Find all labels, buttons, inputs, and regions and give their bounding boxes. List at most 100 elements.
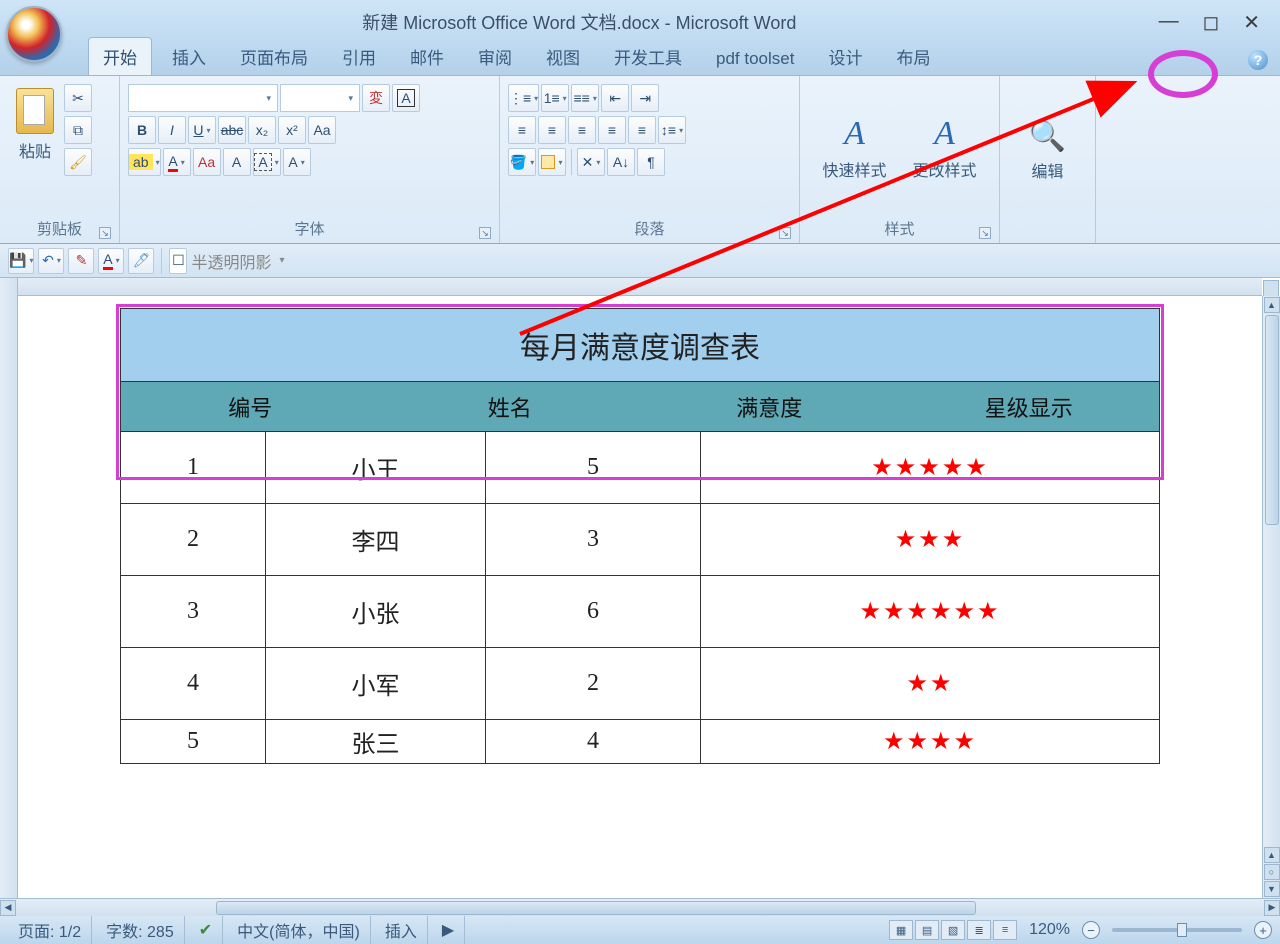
line-spacing-button[interactable]: ↕≡ [658,116,686,144]
phonetic-guide-button[interactable]: A [283,148,311,176]
clear-formatting-button[interactable]: 変 [362,84,390,112]
tab-references[interactable]: 引用 [328,38,390,75]
horizontal-ruler[interactable] [18,278,1262,296]
horizontal-scrollbar[interactable]: ◀ ▶ [0,898,1280,916]
tab-design[interactable]: 设计 [814,38,876,75]
tab-developer[interactable]: 开发工具 [600,38,696,75]
vscroll-thumb[interactable] [1265,315,1279,525]
copy-button[interactable]: ⧉ [64,116,92,144]
font-color-button[interactable]: A [163,148,191,176]
underline-button[interactable]: U [188,116,216,144]
font-color-qat-button[interactable]: A [98,248,124,274]
styles-dialog-launcher[interactable]: ↘ [979,227,991,239]
shrink-font-button[interactable]: A [223,148,251,176]
table-row[interactable]: 4小军2★★ [120,648,1160,720]
superscript-button[interactable]: x² [278,116,306,144]
multilevel-button[interactable]: ≡≡ [571,84,599,112]
editing-button[interactable]: 🔍 编辑 [1021,115,1074,186]
hscroll-thumb[interactable] [216,901,976,915]
subscript-button[interactable]: x₂ [248,116,276,144]
scroll-left-button[interactable]: ◀ [0,900,16,916]
grow-font-button[interactable]: Aa [193,148,221,176]
draft-view[interactable]: ≡ [993,920,1017,940]
zoom-out-button[interactable]: − [1082,921,1100,939]
italic-button[interactable]: I [158,116,186,144]
enclose-char-button[interactable]: A [392,84,420,112]
zoom-level[interactable]: 120% [1021,921,1078,939]
highlight-button[interactable]: ab [128,148,161,176]
zoom-in-button[interactable]: + [1254,921,1272,939]
hscroll-track[interactable] [16,900,1264,916]
change-styles-button[interactable]: A 更改样式 [905,111,985,185]
minimize-button[interactable]: — [1159,10,1179,35]
strikethrough-button[interactable]: abc [218,116,246,144]
page-indicator[interactable]: 页面: 1/2 [8,916,92,944]
zoom-knob[interactable] [1177,923,1187,937]
clipboard-dialog-launcher[interactable]: ↘ [99,227,111,239]
font-dialog-launcher[interactable]: ↘ [479,227,491,239]
cut-button[interactable]: ✂ [64,84,92,112]
word-count[interactable]: 字数: 285 [96,916,185,944]
macro-indicator[interactable]: ▶ [432,916,465,944]
browse-object-button[interactable]: ○ [1264,864,1280,880]
language-indicator[interactable]: 中文(简体，中国) [227,916,371,944]
print-layout-view[interactable]: ▦ [889,920,913,940]
maximize-button[interactable]: ◻ [1203,10,1220,35]
tab-insert[interactable]: 插入 [158,38,220,75]
tab-layout[interactable]: 布局 [882,38,944,75]
change-case-button[interactable]: Aa [308,116,336,144]
paragraph-dialog-launcher[interactable]: ↘ [779,227,791,239]
format-painter-button[interactable]: 🖌 [64,148,92,176]
brush-qat-button[interactable]: 🖊 [128,248,154,274]
table-row[interactable]: 5张三4★★★★ [120,720,1160,764]
spellcheck-indicator[interactable]: ✔ [189,916,223,944]
insert-mode[interactable]: 插入 [375,916,428,944]
checkbox-qat[interactable]: ☐ [169,248,187,274]
tab-mailings[interactable]: 邮件 [396,38,458,75]
scroll-up-button[interactable]: ▲ [1264,297,1280,313]
sort-button[interactable]: A↓ [607,148,635,176]
full-screen-view[interactable]: ▤ [915,920,939,940]
justify-button[interactable]: ≡ [598,116,626,144]
vertical-ruler[interactable] [0,278,18,898]
document-page[interactable]: 每月满意度调查表 编号 姓名 满意度 星级显示 1小王5★★★★★2李四3★★★… [60,298,1220,764]
tab-page-layout[interactable]: 页面布局 [226,38,322,75]
help-icon[interactable]: ? [1248,50,1268,70]
tab-view[interactable]: 视图 [532,38,594,75]
quick-styles-button[interactable]: A 快速样式 [814,111,894,185]
font-name-combo[interactable] [128,84,278,112]
tab-home[interactable]: 开始 [88,37,152,75]
char-border-button[interactable]: A [253,148,281,176]
shading-button[interactable]: 🪣 [508,148,536,176]
redo-button[interactable]: ✎ [68,248,94,274]
undo-button[interactable]: ↶ [38,248,64,274]
text-direction-button[interactable]: ✕ [577,148,605,176]
prev-page-button[interactable]: ▲ [1264,847,1280,863]
vertical-scrollbar[interactable]: ▲ ▲ ○ ▼ [1262,296,1280,898]
tab-review[interactable]: 审阅 [464,38,526,75]
next-page-button[interactable]: ▼ [1264,881,1280,897]
tab-pdf-toolset[interactable]: pdf toolset [702,43,808,75]
bullets-button[interactable]: ⋮≡ [508,84,539,112]
show-marks-button[interactable]: ¶ [637,148,665,176]
office-button[interactable] [6,6,62,62]
zoom-slider[interactable] [1112,928,1242,932]
align-left-button[interactable]: ≡ [508,116,536,144]
numbering-button[interactable]: 1≡ [541,84,569,112]
font-size-combo[interactable] [280,84,360,112]
table-row[interactable]: 2李四3★★★ [120,504,1160,576]
bold-button[interactable]: B [128,116,156,144]
scroll-right-button[interactable]: ▶ [1264,900,1280,916]
save-button[interactable]: 💾 [8,248,34,274]
table-row[interactable]: 3小张6★★★★★★ [120,576,1160,648]
increase-indent-button[interactable]: ⇥ [631,84,659,112]
decrease-indent-button[interactable]: ⇤ [601,84,629,112]
close-button[interactable]: ✕ [1243,10,1260,35]
web-layout-view[interactable]: ▧ [941,920,965,940]
align-right-button[interactable]: ≡ [568,116,596,144]
borders-button[interactable] [538,148,566,176]
paste-button[interactable]: 粘贴 [8,84,62,166]
outline-view[interactable]: ≣ [967,920,991,940]
align-center-button[interactable]: ≡ [538,116,566,144]
distributed-button[interactable]: ≡ [628,116,656,144]
